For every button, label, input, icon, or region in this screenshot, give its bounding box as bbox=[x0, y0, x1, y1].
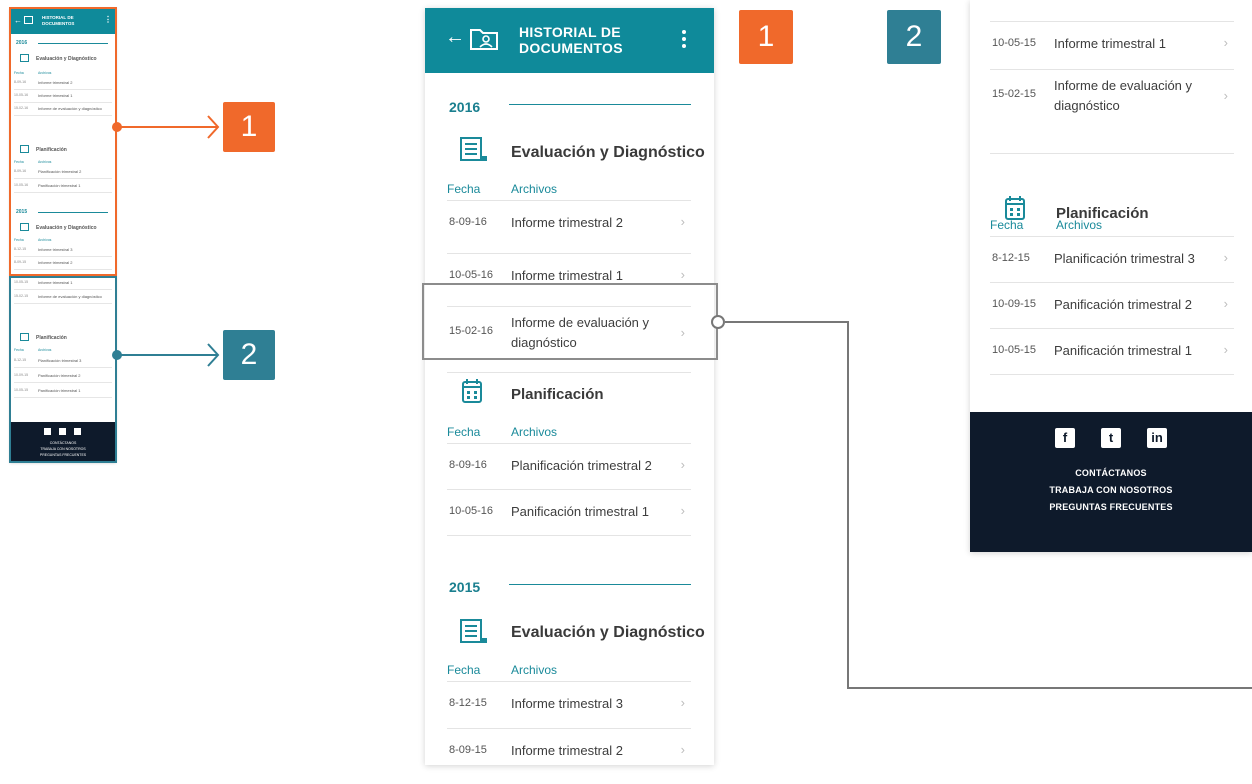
document-row[interactable]: 15-02-15 Informe de evaluación y diagnóst… bbox=[990, 70, 1234, 154]
chevron-right-icon: › bbox=[1223, 250, 1228, 265]
document-list-icon bbox=[460, 619, 487, 643]
connector-line-h1 bbox=[725, 321, 849, 323]
chevron-right-icon: › bbox=[680, 695, 685, 710]
year-2015-label: 2015 bbox=[449, 579, 481, 595]
screen-1-phone: ← HISTORIAL DE DOCUMENTOS 2016 Evaluació… bbox=[425, 8, 714, 765]
document-row[interactable]: 8-12-15 Planificación trimestral 3 › bbox=[990, 237, 1234, 283]
chevron-right-icon: › bbox=[1223, 342, 1228, 357]
connector-dot bbox=[711, 315, 725, 329]
row-file-name: Informe de evaluación y diagnóstico bbox=[1054, 78, 1193, 113]
row-date: 10-05-16 bbox=[449, 505, 494, 517]
app-bar: ← HISTORIAL DE DOCUMENTOS bbox=[425, 8, 714, 73]
column-header-files: Archivos bbox=[511, 663, 558, 677]
document-row[interactable]: 8-09-16 Planificación trimestral 2 › bbox=[447, 444, 691, 490]
row-date: 10-05-15 bbox=[992, 37, 1037, 49]
column-header-date: Fecha bbox=[447, 425, 481, 439]
highlight-box bbox=[422, 283, 718, 360]
row-file-name: Panificación trimestral 1 bbox=[511, 504, 649, 519]
app-title: HISTORIAL DE DOCUMENTOS bbox=[519, 24, 669, 56]
footer-link-work[interactable]: TRABAJA CON NOSOTROS bbox=[970, 485, 1252, 495]
section-title-evaluacion-2015: Evaluación y Diagnóstico bbox=[511, 624, 705, 641]
column-header-date: Fecha bbox=[447, 182, 481, 196]
document-row[interactable]: 10-05-16 Panificación trimestral 1 › bbox=[447, 490, 691, 536]
row-file-name: Informe trimestral 2 bbox=[511, 215, 623, 230]
badge-1: 1 bbox=[739, 10, 793, 64]
social-links: f t in bbox=[1055, 428, 1167, 450]
chevron-right-icon: › bbox=[680, 742, 685, 757]
document-row[interactable]: 8-09-15 Informe trimestral 2 › bbox=[447, 729, 691, 765]
row-date: 8-09-16 bbox=[449, 459, 487, 471]
thumb-region-2-frame bbox=[9, 276, 117, 463]
badge-2-small: 2 bbox=[223, 330, 275, 380]
row-date: 8-09-15 bbox=[449, 744, 487, 756]
year-2016-divider bbox=[509, 104, 691, 105]
row-date: 8-12-15 bbox=[992, 252, 1030, 264]
footer: f t in CONTÁCTANOS TRABAJA CON NOSOTROS … bbox=[970, 412, 1252, 552]
document-row[interactable]: 10-05-15 Panificación trimestral 1 › bbox=[990, 329, 1234, 375]
footer-link-contact[interactable]: CONTÁCTANOS bbox=[970, 468, 1252, 478]
chevron-right-icon: › bbox=[1223, 35, 1228, 50]
calendar-icon bbox=[462, 379, 482, 403]
badge-2: 2 bbox=[887, 10, 941, 64]
row-date: 8-09-16 bbox=[449, 216, 487, 228]
chevron-right-icon: › bbox=[680, 503, 685, 518]
row-file-name: Panificación trimestral 1 bbox=[1054, 343, 1192, 358]
row-file-name: Planificación trimestral 3 bbox=[1054, 251, 1195, 266]
app-title-line1: HISTORIAL DE bbox=[519, 24, 621, 40]
column-header-date: Fecha bbox=[990, 218, 1024, 232]
document-row[interactable]: 8-12-15 Informe trimestral 3 › bbox=[447, 682, 691, 729]
footer-link-faq[interactable]: PREGUNTAS FRECUENTES bbox=[970, 502, 1252, 512]
arrow-2-line bbox=[120, 354, 218, 356]
connector-line-h2 bbox=[847, 687, 1252, 689]
column-header-files: Archivos bbox=[1056, 218, 1103, 232]
column-header-files: Archivos bbox=[511, 425, 558, 439]
linkedin-icon[interactable]: in bbox=[1147, 428, 1167, 448]
arrow-1-head-icon bbox=[207, 115, 220, 139]
chevron-right-icon: › bbox=[680, 267, 685, 282]
document-list-icon bbox=[460, 137, 487, 161]
row-file-name: Informe trimestral 2 bbox=[511, 743, 623, 758]
row-file-name: Informe trimestral 1 bbox=[1054, 36, 1166, 51]
twitter-icon[interactable]: t bbox=[1101, 428, 1121, 448]
arrow-1-line bbox=[120, 126, 218, 128]
year-2016-label: 2016 bbox=[449, 99, 481, 115]
row-date: 10-09-15 bbox=[992, 298, 1037, 310]
chevron-right-icon: › bbox=[680, 214, 685, 229]
connector-line-v bbox=[847, 321, 849, 689]
folder-user-icon bbox=[470, 29, 498, 50]
row-date: 10-05-15 bbox=[992, 344, 1037, 356]
back-arrow-icon[interactable]: ← bbox=[445, 26, 465, 48]
chevron-right-icon: › bbox=[680, 457, 685, 472]
arrow-2-head-icon bbox=[207, 343, 220, 367]
section-title-evaluacion-2016: Evaluación y Diagnóstico bbox=[511, 144, 705, 161]
year-2015-divider bbox=[509, 584, 691, 585]
document-row[interactable]: 8-09-16 Informe trimestral 2 › bbox=[447, 201, 691, 254]
row-file-name: Panificación trimestral 2 bbox=[1054, 297, 1192, 312]
thumb-region-1-frame bbox=[9, 7, 117, 276]
section-title-planificacion-2016: Planificación bbox=[511, 386, 604, 403]
column-header-date: Fecha bbox=[447, 663, 481, 677]
kebab-menu-icon[interactable] bbox=[681, 30, 687, 50]
screen-2-phone: 10-05-15 Informe trimestral 1 › 15-02-15 Inf… bbox=[970, 0, 1252, 552]
chevron-right-icon: › bbox=[1223, 88, 1228, 103]
app-title-line2: DOCUMENTOS bbox=[519, 40, 623, 56]
facebook-icon[interactable]: f bbox=[1055, 428, 1075, 448]
row-file-name: Planificación trimestral 2 bbox=[511, 458, 652, 473]
row-date: 10-05-16 bbox=[449, 269, 494, 281]
row-file-name: Informe trimestral 3 bbox=[511, 696, 623, 711]
document-row[interactable]: 10-09-15 Panificación trimestral 2 › bbox=[990, 283, 1234, 329]
row-date: 8-12-15 bbox=[449, 697, 487, 709]
row-date: 15-02-15 bbox=[992, 88, 1037, 100]
badge-1-small: 1 bbox=[223, 102, 275, 152]
column-header-files: Archivos bbox=[511, 182, 558, 196]
chevron-right-icon: › bbox=[1223, 296, 1228, 311]
document-row[interactable]: 10-05-15 Informe trimestral 1 › bbox=[990, 22, 1234, 70]
